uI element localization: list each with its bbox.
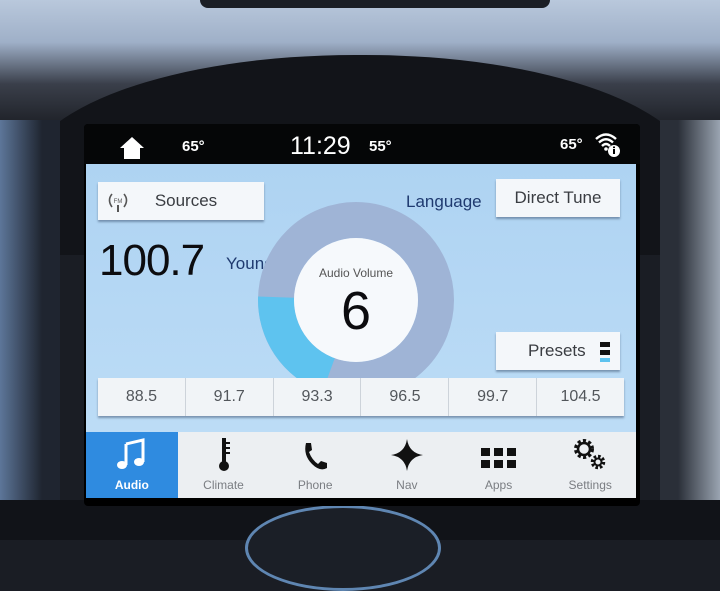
nav-climate[interactable]: Climate	[178, 432, 270, 498]
nav-phone[interactable]: Phone	[269, 432, 361, 498]
nav-apps[interactable]: Apps	[453, 432, 545, 498]
outside-temp: 55°	[369, 138, 392, 155]
nav-settings[interactable]: Settings	[544, 432, 636, 498]
preset-station-button[interactable]: 104.5	[537, 378, 624, 416]
direct-tune-button[interactable]: Direct Tune	[496, 179, 620, 217]
fm-radio-icon: FM	[106, 190, 130, 219]
control-knob[interactable]	[245, 505, 441, 591]
sources-button[interactable]: FM Sources	[98, 182, 264, 220]
volume-value: 6	[340, 281, 372, 341]
audio-panel: FM Sources Language Direct Tune 100.7 Yo…	[86, 164, 636, 432]
preset-station-button[interactable]: 93.3	[274, 378, 362, 416]
volume-dial[interactable]: Audio Volume 6	[256, 200, 456, 400]
nav-nav[interactable]: Nav	[361, 432, 453, 498]
cabin-temp-right[interactable]: 65°	[560, 136, 583, 153]
current-frequency: 100.7	[99, 236, 205, 285]
sources-label: Sources	[154, 191, 218, 210]
dashboard-vent	[200, 0, 550, 8]
volume-label: Audio Volume	[318, 266, 394, 280]
svg-text:FM: FM	[114, 199, 123, 205]
cabin-temp-left[interactable]: 65°	[182, 138, 205, 155]
infotainment-screen: 65° 11:29 55° 65° FM Sources Language Di…	[84, 124, 640, 506]
clock: 11:29	[290, 132, 351, 160]
preset-station-button[interactable]: 99.7	[449, 378, 538, 416]
status-bar: 65° 11:29 55° 65°	[84, 124, 640, 164]
presets-label: Presets	[528, 341, 586, 360]
bottom-navigation: Audio Climate Phone Nav Apps Settings	[86, 432, 636, 498]
dashboard-left-side	[0, 120, 60, 540]
preset-station-button[interactable]: 96.5	[361, 378, 450, 416]
preset-station-button[interactable]: 91.7	[186, 378, 274, 416]
preset-stations: 88.5 91.7 93.3 96.5 99.7 104.5	[98, 378, 624, 416]
apps-grid-icon	[480, 448, 516, 468]
phone-icon	[305, 443, 328, 470]
nav-settings-label: Settings	[568, 478, 612, 492]
nav-apps-label: Apps	[484, 478, 513, 492]
nav-climate-label: Climate	[203, 478, 244, 492]
thermometer-icon	[218, 438, 230, 471]
preset-pages-icon	[600, 340, 610, 369]
nav-nav-label: Nav	[396, 478, 418, 492]
nav-audio[interactable]: Audio	[86, 432, 178, 498]
gears-icon	[574, 439, 606, 470]
direct-tune-label: Direct Tune	[514, 188, 602, 207]
music-note-icon	[116, 438, 145, 469]
presets-button[interactable]: Presets	[496, 332, 620, 370]
preset-station-button[interactable]: 88.5	[98, 378, 186, 416]
wifi-info-icon[interactable]	[594, 130, 622, 163]
compass-star-icon	[390, 439, 423, 471]
nav-phone-label: Phone	[297, 478, 333, 492]
dashboard-right-side	[660, 120, 720, 540]
home-icon[interactable]	[119, 136, 145, 165]
nav-audio-label: Audio	[114, 478, 149, 492]
